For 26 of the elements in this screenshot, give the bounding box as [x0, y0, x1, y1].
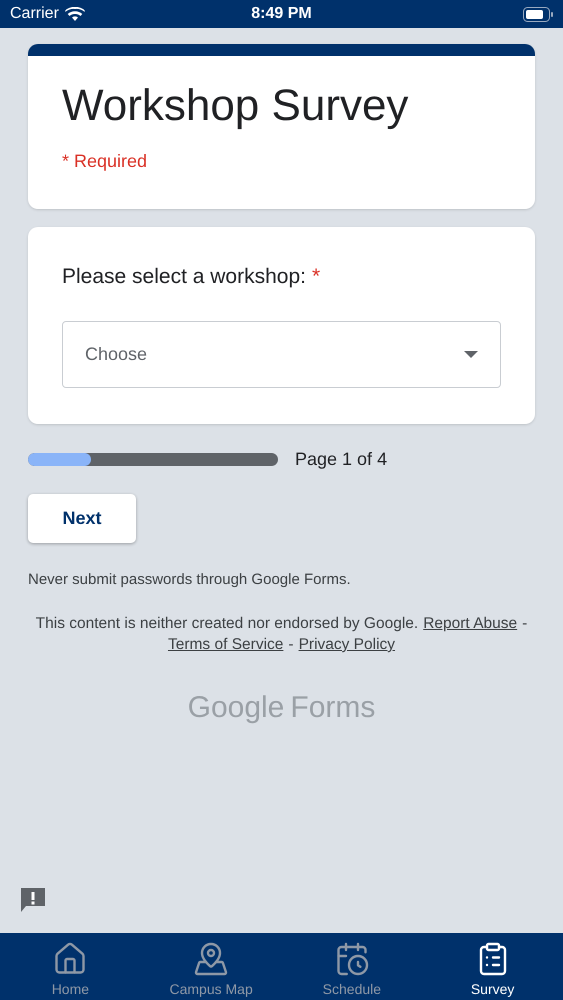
required-note: * Required [62, 150, 148, 173]
footer-link[interactable]: Privacy Policy [298, 634, 396, 655]
forms-logo-text: Forms [290, 690, 376, 726]
tab-bar-item[interactable]: Home [0, 933, 141, 1000]
battery-icon [523, 6, 553, 22]
map-icon [193, 941, 230, 977]
question-label: Please select a workshop: [62, 264, 306, 290]
link-separator: - [288, 635, 294, 655]
password-warning: Never submit passwords through Google Forms. [28, 570, 352, 590]
footer-link[interactable]: Report Abuse [423, 613, 518, 634]
clock-time: 8:49 PM [251, 4, 312, 24]
disclaimer-text: This content is neither created nor endorsed by Google. [36, 614, 418, 634]
page-indicator: Page 1 of 4 [295, 448, 388, 471]
dropdown-caret-icon [464, 350, 478, 358]
tab-bar-item[interactable]: Schedule [282, 933, 422, 1000]
tab-bar-item[interactable]: Survey [422, 933, 563, 1000]
link-separator: - [522, 614, 528, 634]
required-mark: * [312, 264, 320, 290]
form-title: Workshop Survey [62, 80, 410, 132]
tab-bar-item[interactable]: Campus Map [140, 933, 282, 1000]
carrier-label: Carrier [10, 4, 59, 24]
footer-link[interactable]: Terms of Service [168, 634, 284, 655]
google-logo-text: Google [188, 690, 284, 726]
wifi-icon [64, 6, 85, 22]
choose-dropdown[interactable]: Choose [62, 320, 501, 388]
next-button[interactable]: Next [28, 494, 136, 542]
